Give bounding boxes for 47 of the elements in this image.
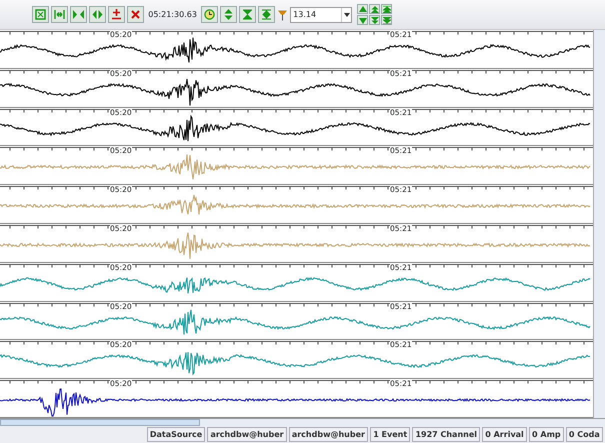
clock-icon — [204, 9, 216, 20]
bars-arrows-button[interactable] — [51, 6, 68, 23]
double-up-arrow-icon — [370, 6, 379, 12]
bottom-arrow-icon — [382, 16, 391, 24]
status-field: 0 Arrival — [482, 427, 527, 442]
fit-button[interactable] — [32, 6, 49, 23]
down-arrow-icon — [358, 16, 367, 24]
dropdown-caret-icon — [344, 12, 350, 16]
status-field: 1927 Channel — [412, 427, 480, 442]
bottom-button[interactable] — [381, 15, 392, 25]
page-down-button[interactable] — [369, 15, 380, 25]
horizontal-scrollbar[interactable] — [0, 418, 605, 426]
status-field: 0 Amp — [529, 427, 564, 442]
status-field: DataSource — [146, 427, 206, 442]
status-field: 0 Coda — [566, 427, 603, 442]
status-field: 1 Event — [370, 427, 410, 442]
expand-button[interactable] — [258, 6, 276, 23]
status-field: archdbw@huber — [288, 427, 368, 442]
plus-minus-icon — [111, 9, 122, 20]
scroll-up-button[interactable] — [357, 4, 368, 14]
fit-icon — [35, 9, 46, 20]
expand-icon — [261, 9, 272, 20]
close-button[interactable] — [127, 6, 144, 23]
arrows-outward-icon — [92, 9, 103, 20]
scroll-down-button[interactable] — [357, 15, 368, 25]
up-down-arrows-icon — [223, 9, 234, 20]
arrows-inward-button[interactable] — [70, 6, 87, 23]
arrows-inward-icon — [73, 9, 84, 20]
page-up-button[interactable] — [369, 4, 380, 14]
top-arrow-icon — [382, 6, 391, 12]
vertical-scrollbar[interactable] — [593, 30, 605, 418]
plus-minus-button[interactable] — [108, 6, 125, 23]
clock-button[interactable] — [201, 6, 218, 23]
bars-arrows-icon — [54, 9, 65, 20]
arrows-outward-button[interactable] — [89, 6, 106, 23]
compress-icon — [242, 9, 254, 20]
up-down-arrows-button[interactable] — [220, 6, 238, 23]
up-arrow-icon — [358, 6, 367, 12]
compress-button[interactable] — [239, 6, 256, 23]
scrollbar-thumb[interactable] — [0, 419, 200, 426]
close-icon — [130, 9, 141, 20]
top-button[interactable] — [381, 4, 392, 14]
status-field: archdbw@huber — [207, 427, 287, 442]
double-down-arrow-icon — [370, 16, 379, 24]
time-readout: 05:21:30.63 — [148, 8, 197, 20]
zoom-combo[interactable]: 13.14 — [290, 6, 352, 22]
pin-icon[interactable] — [277, 8, 288, 20]
